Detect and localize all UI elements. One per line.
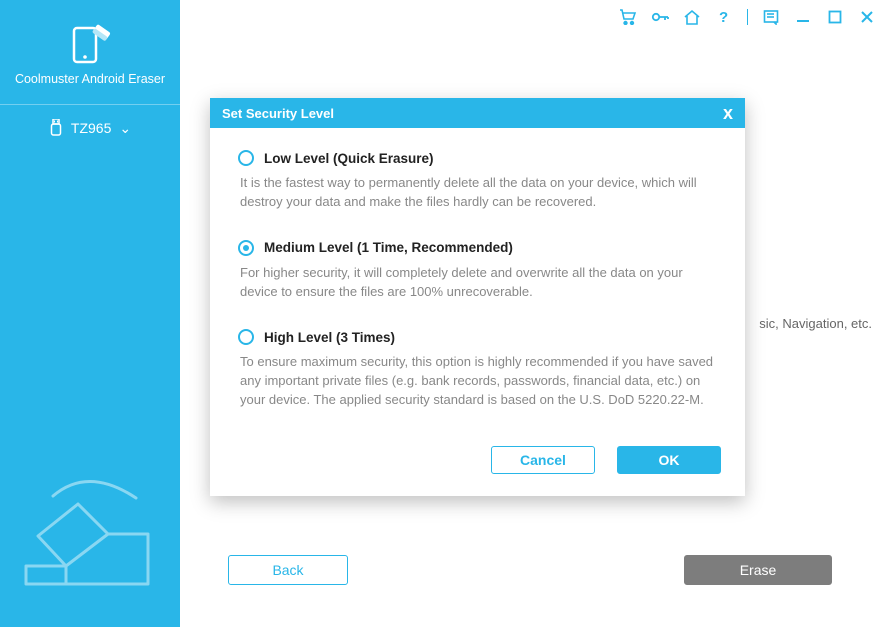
device-name: TZ965 (71, 120, 111, 136)
option-title: High Level (3 Times) (264, 330, 395, 345)
option-title: Medium Level (1 Time, Recommended) (264, 240, 513, 255)
option-low-level: Low Level (Quick Erasure) It is the fast… (238, 150, 717, 212)
background-text-fragment: sic, Navigation, etc. (759, 316, 872, 331)
dialog-close-icon[interactable]: x (723, 104, 733, 122)
dialog-title: Set Security Level (222, 106, 334, 121)
ok-button[interactable]: OK (617, 446, 721, 474)
option-high-level: High Level (3 Times) To ensure maximum s… (238, 329, 717, 410)
erase-button[interactable]: Erase (684, 555, 832, 585)
radio-icon (238, 329, 254, 345)
sidebar: Coolmuster Android Eraser TZ965 ⌄ (0, 0, 180, 627)
security-level-dialog: Set Security Level x Low Level (Quick Er… (210, 98, 745, 496)
option-description: For higher security, it will completely … (238, 264, 717, 302)
option-description: To ensure maximum security, this option … (238, 353, 717, 410)
dialog-header: Set Security Level x (210, 98, 745, 128)
option-title: Low Level (Quick Erasure) (264, 151, 434, 166)
radio-icon (238, 150, 254, 166)
dialog-body: Low Level (Quick Erasure) It is the fast… (210, 128, 745, 438)
eraser-art-icon (8, 474, 158, 609)
eraser-phone-icon (0, 24, 180, 64)
device-selector[interactable]: TZ965 ⌄ (0, 105, 180, 151)
app-title: Coolmuster Android Eraser (0, 64, 180, 104)
dialog-footer: Cancel OK (210, 438, 745, 496)
radio-high-level[interactable]: High Level (3 Times) (238, 329, 717, 345)
chevron-down-icon: ⌄ (119, 120, 131, 137)
usb-icon (49, 119, 63, 137)
radio-medium-level[interactable]: Medium Level (1 Time, Recommended) (238, 240, 717, 256)
option-medium-level: Medium Level (1 Time, Recommended) For h… (238, 240, 717, 302)
radio-icon (238, 240, 254, 256)
cancel-button[interactable]: Cancel (491, 446, 595, 474)
radio-low-level[interactable]: Low Level (Quick Erasure) (238, 150, 717, 166)
option-description: It is the fastest way to permanently del… (238, 174, 717, 212)
footer-actions: Back Erase (180, 555, 890, 585)
app-logo: Coolmuster Android Eraser (0, 0, 180, 104)
back-button[interactable]: Back (228, 555, 348, 585)
